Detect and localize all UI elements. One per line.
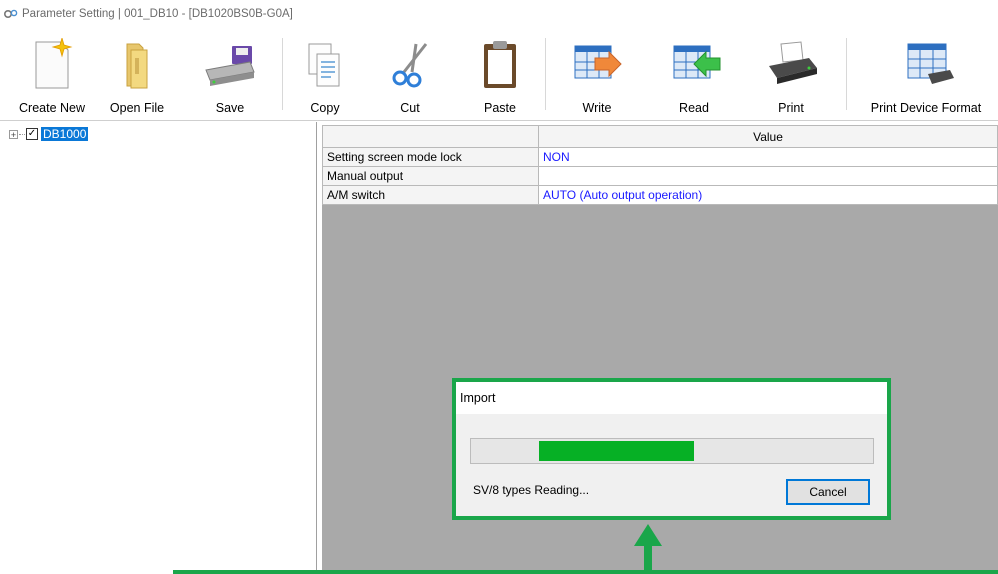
table-row[interactable]: Setting screen mode lock NON [322, 147, 998, 167]
dialog-title: Import [456, 382, 887, 414]
annotation-line [173, 570, 998, 574]
save-label: Save [215, 101, 245, 115]
parameter-name-cell: A/M switch [322, 185, 539, 205]
open-file-label: Open File [109, 101, 165, 115]
toolbar-separator [545, 38, 546, 110]
tree-connector [19, 133, 25, 135]
write-to-device-icon [574, 45, 622, 79]
open-file-button[interactable]: Open File [104, 38, 170, 118]
toolbar-separator [282, 38, 283, 110]
import-status-text: SV/8 types Reading... [473, 483, 590, 497]
create-new-button[interactable]: Create New [12, 38, 92, 118]
header-name-cell [322, 125, 539, 148]
cut-label: Cut [400, 101, 420, 115]
title-bar: Parameter Setting | 001_DB10 - [DB1020BS… [0, 0, 998, 28]
expand-icon[interactable]: + [9, 129, 18, 139]
header-value-cell: Value [538, 125, 998, 148]
table-row[interactable]: Manual output [322, 166, 998, 186]
parameter-name-cell: Manual output [322, 166, 539, 186]
new-file-icon [35, 38, 73, 89]
clipboard-icon [484, 41, 516, 88]
scissors-icon [392, 43, 428, 88]
device-format-table-icon [907, 43, 954, 84]
import-progress-bar [470, 438, 874, 464]
print-label: Print [778, 101, 804, 115]
tree-node-label[interactable]: DB1000 [41, 127, 89, 141]
read-from-device-icon [673, 45, 721, 79]
print-button[interactable]: Print [765, 38, 817, 118]
parameter-table: Value Setting screen mode lock NON Manua… [322, 125, 998, 205]
write-label: Write [582, 101, 612, 115]
progress-fill [539, 441, 695, 461]
cut-button[interactable]: Cut [382, 38, 438, 118]
printer-icon [769, 41, 817, 84]
parameter-name-cell: Setting screen mode lock [322, 147, 539, 167]
import-dialog: Import SV/8 types Reading... Cancel [452, 378, 891, 520]
paste-label: Paste [484, 101, 516, 115]
folder-icon [126, 43, 148, 89]
cancel-button[interactable]: Cancel [786, 479, 870, 505]
save-button[interactable]: Save [200, 38, 260, 118]
copy-button[interactable]: Copy [298, 38, 352, 118]
read-button[interactable]: Read [668, 38, 721, 118]
table-row[interactable]: A/M switch AUTO (Auto output operation) [322, 185, 998, 205]
window-title: Parameter Setting | 001_DB10 - [DB1020BS… [22, 8, 293, 20]
parameter-setting-app-icon [4, 8, 18, 20]
tree-node-checkbox[interactable]: ✓ [26, 128, 38, 140]
annotation-arrow-head [634, 524, 662, 546]
create-new-label: Create New [19, 101, 85, 115]
checkmark-icon: ✓ [27, 128, 37, 139]
parameter-value-cell[interactable] [538, 166, 998, 186]
paste-button[interactable]: Paste [470, 38, 530, 118]
print-device-format-button[interactable]: Print Device Format [858, 38, 994, 118]
copy-label: Copy [310, 101, 340, 115]
save-drive-icon [205, 46, 255, 86]
parameter-value-cell[interactable]: AUTO (Auto output operation) [538, 185, 998, 205]
device-tree-panel: + ✓ DB1000 [0, 122, 317, 574]
write-button[interactable]: Write [568, 38, 626, 118]
print-device-format-label: Print Device Format [870, 101, 982, 115]
parameter-value-cell[interactable]: NON [538, 147, 998, 167]
toolbar-separator [846, 38, 847, 110]
copy-icon [308, 43, 340, 87]
tree-node-db1000[interactable]: + ✓ DB1000 [9, 127, 89, 141]
read-label: Read [679, 101, 709, 115]
table-header-row: Value [322, 125, 998, 148]
toolbar: Create New Open File Save Copy Cut Paste… [0, 30, 998, 121]
